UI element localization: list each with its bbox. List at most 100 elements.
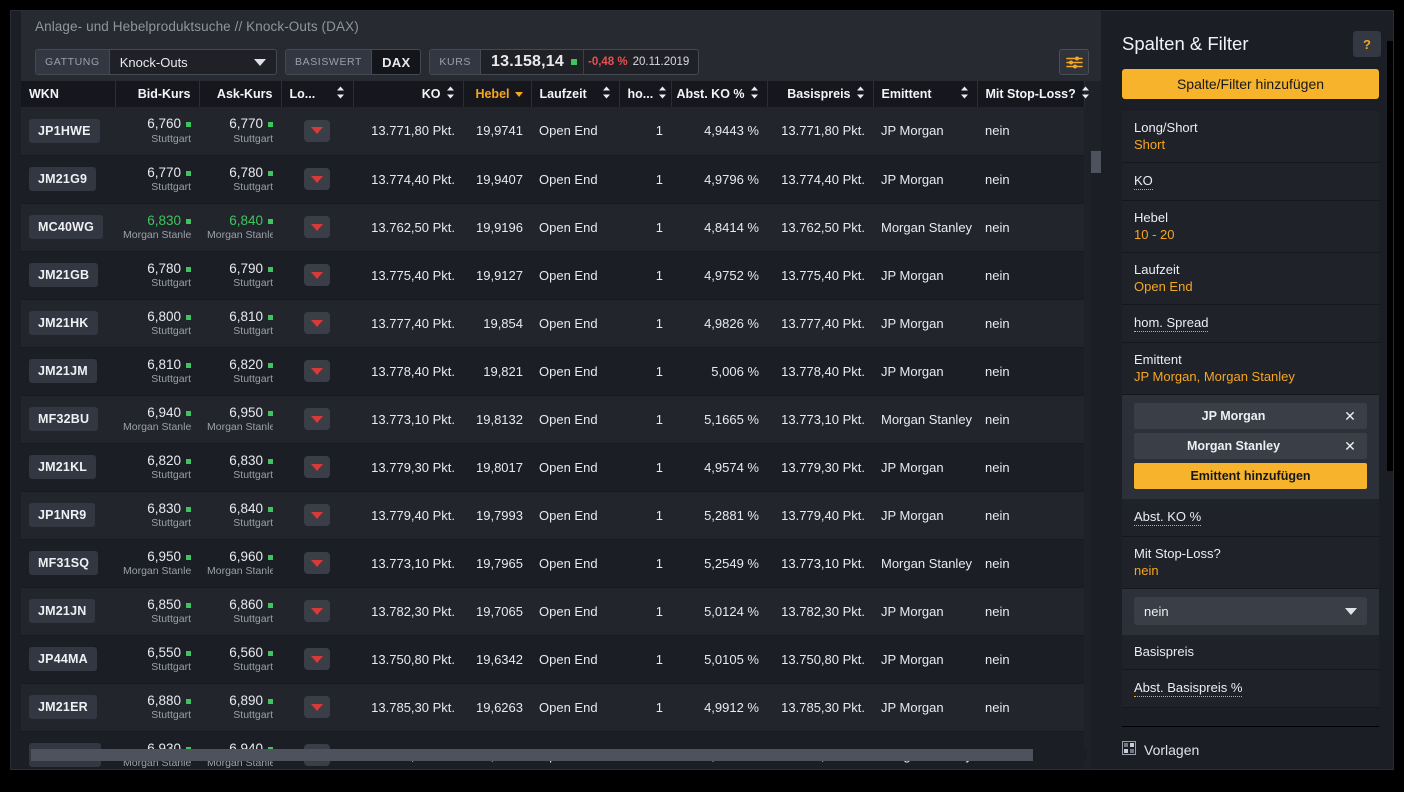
cell-long-short[interactable]: [281, 299, 353, 348]
templates-row[interactable]: Vorlagen: [1122, 741, 1379, 758]
cell-long-short[interactable]: [281, 443, 353, 492]
wkn-chip[interactable]: JM21G9: [29, 167, 97, 191]
sort-updown-icon[interactable]: [750, 86, 759, 102]
caret-down-red-icon[interactable]: [304, 168, 330, 190]
add-issuer-button[interactable]: Emittent hinzufügen: [1134, 463, 1367, 489]
scrollbar-thumb[interactable]: [1091, 151, 1101, 173]
caret-down-red-icon[interactable]: [304, 504, 330, 526]
cell-wkn[interactable]: JM21GB: [21, 251, 115, 300]
wkn-chip[interactable]: MC40WG: [29, 215, 104, 239]
sort-updown-icon[interactable]: [446, 86, 455, 102]
table-row[interactable]: JP44MA 6,550 Stuttgart 6,560 Stuttgart 13.750…: [21, 635, 1084, 684]
table-row[interactable]: JM21G9 6,770 Stuttgart 6,780 Stuttgart 13.774…: [21, 155, 1084, 204]
cell-long-short[interactable]: [281, 539, 353, 588]
caret-down-red-icon[interactable]: [304, 360, 330, 382]
column-header-ko[interactable]: KO: [353, 81, 464, 107]
wkn-chip[interactable]: JM21ER: [29, 695, 97, 719]
cell-long-short[interactable]: [281, 491, 353, 540]
filter-row[interactable]: Long/Short Short: [1122, 111, 1379, 163]
caret-down-red-icon[interactable]: [304, 119, 330, 142]
caret-down-red-icon[interactable]: [304, 408, 330, 430]
sort-updown-icon[interactable]: [960, 86, 969, 102]
caret-down-red-icon[interactable]: [304, 552, 330, 574]
cell-long-short[interactable]: [281, 635, 353, 684]
wkn-chip[interactable]: JP1NR9: [29, 503, 96, 527]
column-header-hom[interactable]: ho...: [619, 81, 672, 107]
cell-long-short[interactable]: [281, 203, 353, 252]
column-header-laufzeit[interactable]: Laufzeit: [531, 81, 620, 107]
help-button[interactable]: ?: [1353, 31, 1381, 57]
column-header-wkn[interactable]: WKN: [21, 81, 116, 107]
cell-wkn[interactable]: JM21JM: [21, 347, 115, 396]
column-header-hebel[interactable]: Hebel: [463, 81, 532, 107]
sliders-icon[interactable]: [1059, 49, 1089, 75]
column-header-bid[interactable]: Bid-Kurs: [115, 81, 200, 107]
caret-down-red-icon[interactable]: [304, 312, 330, 334]
cell-long-short[interactable]: [281, 251, 353, 300]
cell-long-short[interactable]: [281, 395, 353, 444]
column-header-stoploss[interactable]: Mit Stop-Loss?: [977, 81, 1089, 107]
table-row[interactable]: MF31SQ 6,950 Morgan Stanley 6,960 Morgan Sta…: [21, 539, 1084, 588]
table-row[interactable]: JM21GB 6,780 Stuttgart 6,790 Stuttgart 13.775…: [21, 251, 1084, 300]
table-row[interactable]: JP1HWE 6,760 Stuttgart 6,770 Stuttgart 13.771…: [21, 107, 1084, 156]
table-row[interactable]: JM21JM 6,810 Stuttgart 6,820 Stuttgart 13.778…: [21, 347, 1084, 396]
sort-updown-icon[interactable]: [1081, 86, 1090, 102]
table-row[interactable]: JM21KL 6,820 Stuttgart 6,830 Stuttgart 13.779…: [21, 443, 1084, 492]
cell-long-short[interactable]: [281, 587, 353, 636]
column-header-ask[interactable]: Ask-Kurs: [199, 81, 282, 107]
stop-loss-select[interactable]: nein: [1134, 597, 1367, 625]
filter-row[interactable]: KO: [1122, 163, 1379, 201]
cell-wkn[interactable]: JM21G9: [21, 155, 115, 204]
basiswert-control[interactable]: BASISWERT DAX: [285, 49, 422, 75]
wkn-chip[interactable]: MF32BU: [29, 407, 99, 431]
caret-down-red-icon[interactable]: [304, 456, 330, 478]
caret-down-red-icon[interactable]: [304, 696, 330, 718]
wkn-chip[interactable]: JP1HWE: [29, 118, 100, 143]
cell-wkn[interactable]: MC40WG: [21, 203, 115, 252]
table-row[interactable]: MF32BU 6,940 Morgan Stanley 6,950 Morgan Sta…: [21, 395, 1084, 444]
cell-wkn[interactable]: JP1HWE: [21, 107, 115, 156]
cell-wkn[interactable]: JP1NR9: [21, 491, 115, 540]
cell-wkn[interactable]: JM21KL: [21, 443, 115, 492]
filter-row[interactable]: hom. Spread: [1122, 305, 1379, 343]
cell-long-short[interactable]: [281, 107, 353, 156]
table-row[interactable]: JP1NR9 6,830 Stuttgart 6,840 Stuttgart 13.779…: [21, 491, 1084, 540]
filter-row[interactable]: Mit Stop-Loss? nein: [1122, 537, 1379, 589]
sort-updown-icon[interactable]: [602, 86, 611, 102]
sort-updown-icon[interactable]: [856, 86, 865, 102]
column-header-abstko[interactable]: Abst. KO %: [671, 81, 768, 107]
filter-row[interactable]: Abst. KO %: [1122, 499, 1379, 537]
caret-down-red-icon[interactable]: [304, 600, 330, 622]
sort-updown-icon[interactable]: [336, 86, 345, 102]
cell-long-short[interactable]: [281, 683, 353, 732]
caret-down-red-icon[interactable]: [304, 264, 330, 286]
scrollbar-thumb[interactable]: [31, 749, 1033, 761]
close-icon[interactable]: ✕: [1333, 403, 1367, 429]
scrollbar-thumb[interactable]: [1387, 41, 1393, 471]
wkn-chip[interactable]: JM21KL: [29, 455, 97, 479]
cell-long-short[interactable]: [281, 155, 353, 204]
filter-row[interactable]: Laufzeit Open End: [1122, 253, 1379, 305]
wkn-chip[interactable]: JM21GB: [29, 263, 99, 287]
table-vertical-scrollbar[interactable]: [1091, 151, 1101, 769]
filter-row[interactable]: Abst. Basispreis %: [1122, 670, 1379, 708]
column-header-emittent[interactable]: Emittent: [873, 81, 978, 107]
wkn-chip[interactable]: JM21HK: [29, 311, 98, 335]
table-row[interactable]: JM21HK 6,800 Stuttgart 6,810 Stuttgart 13.777…: [21, 299, 1084, 348]
wkn-chip[interactable]: MF31SQ: [29, 551, 99, 575]
table-horizontal-scrollbar[interactable]: [31, 749, 1087, 761]
close-icon[interactable]: ✕: [1333, 433, 1367, 459]
cell-long-short[interactable]: [281, 347, 353, 396]
table-row[interactable]: JM21ER 6,880 Stuttgart 6,890 Stuttgart 13.785…: [21, 683, 1084, 732]
cell-wkn[interactable]: JP44MA: [21, 635, 115, 684]
caret-down-red-icon[interactable]: [304, 648, 330, 670]
filter-row[interactable]: Emittent JP Morgan, Morgan Stanley: [1122, 343, 1379, 395]
gattung-select[interactable]: GATTUNG Knock-Outs: [35, 49, 277, 75]
cell-wkn[interactable]: JM21ER: [21, 683, 115, 732]
filter-row[interactable]: Basispreis: [1122, 635, 1379, 670]
sort-updown-icon[interactable]: [658, 86, 667, 102]
cell-wkn[interactable]: JM21JN: [21, 587, 115, 636]
column-header-longshort[interactable]: Lo...: [281, 81, 354, 107]
wkn-chip[interactable]: JM21JN: [29, 599, 96, 623]
table-row[interactable]: JM21JN 6,850 Stuttgart 6,860 Stuttgart 13.782…: [21, 587, 1084, 636]
